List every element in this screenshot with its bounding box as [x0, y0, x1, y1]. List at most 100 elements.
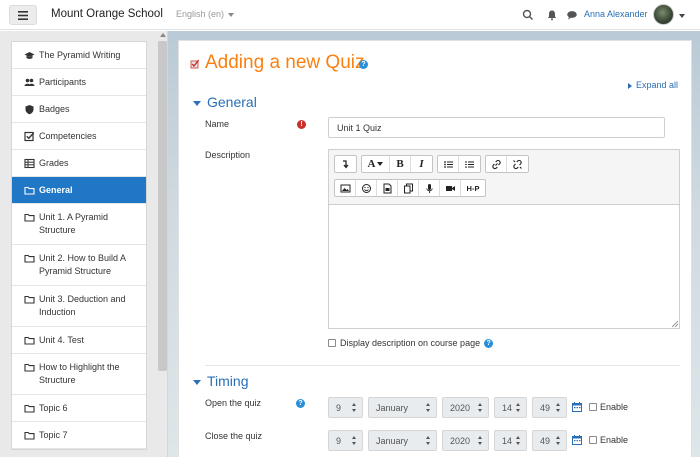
insert-image-button[interactable] — [335, 180, 356, 196]
sidebar-item-grades[interactable]: Grades — [12, 150, 146, 177]
bell-icon[interactable] — [546, 9, 558, 21]
select-arrows-icon — [426, 403, 431, 413]
page-title: Adding a new Quiz — [205, 52, 365, 73]
open-enable-checkbox[interactable] — [589, 403, 597, 411]
display-description-option[interactable]: Display description on course page ? — [328, 338, 494, 348]
font-style-button[interactable]: A — [362, 156, 390, 172]
description-textarea[interactable] — [329, 204, 679, 328]
open-month-select[interactable]: January — [368, 397, 437, 418]
sidebar-item-topic-7[interactable]: Topic 7 — [12, 422, 146, 449]
open-minute-select[interactable]: 49 — [532, 397, 567, 418]
main-content-card: Adding a new Quiz ? Expand all General N… — [178, 40, 692, 457]
calendar-icon[interactable] — [572, 435, 582, 445]
open-year-select[interactable]: 2020 — [442, 397, 489, 418]
sidebar-item-badges[interactable]: Badges — [12, 96, 146, 123]
open-quiz-label: Open the quiz — [205, 398, 262, 408]
close-enable-checkbox[interactable] — [589, 436, 597, 444]
close-hour-select[interactable]: 14 — [494, 430, 527, 451]
section-general-toggle[interactable]: General — [193, 94, 257, 110]
collapse-toolbar-button[interactable] — [335, 156, 356, 172]
chevron-down-icon[interactable] — [679, 14, 685, 18]
sidebar-item-label: Unit 3. Deduction and Induction — [39, 294, 126, 317]
table-icon — [24, 158, 35, 169]
unordered-list-button[interactable] — [438, 156, 459, 172]
sidebar-item-label: The Pyramid Writing — [39, 50, 121, 60]
editor-toolbar-row-2: H-P — [334, 179, 486, 197]
sidebar-item-label: Unit 4. Test — [39, 335, 84, 345]
close-enable-label: Enable — [600, 435, 629, 445]
close-enable-option[interactable]: Enable — [589, 435, 628, 445]
open-day-value: 9 — [336, 403, 342, 413]
section-divider — [205, 365, 680, 366]
expand-all-link[interactable]: Expand all — [628, 80, 678, 90]
bold-button[interactable]: B — [390, 156, 411, 172]
open-year-value: 2020 — [450, 403, 471, 413]
record-audio-button[interactable] — [419, 180, 440, 196]
sidebar-item-unit-2[interactable]: Unit 2. How to Build A Pyramid Structure — [12, 245, 146, 286]
close-month-select[interactable]: January — [368, 430, 437, 451]
insert-h5p-button[interactable]: H-P — [461, 180, 485, 196]
sidebar-item-highlight[interactable]: How to Highlight the Structure — [12, 354, 146, 395]
close-day-select[interactable]: 9 — [328, 430, 363, 451]
sidebar-item-general[interactable]: General — [12, 177, 146, 204]
resize-handle-icon[interactable] — [670, 319, 678, 327]
description-label: Description — [205, 150, 251, 160]
sidebar-item-topic-6[interactable]: Topic 6 — [12, 395, 146, 422]
help-icon[interactable]: ? — [359, 60, 368, 69]
drawer-scrollbar[interactable] — [158, 41, 167, 371]
italic-button[interactable]: I — [411, 156, 432, 172]
sidebar-item-unit-3[interactable]: Unit 3. Deduction and Induction — [12, 286, 146, 327]
record-video-icon — [445, 185, 455, 191]
sidebar-item-unit-4[interactable]: Unit 4. Test — [12, 327, 146, 354]
open-day-select[interactable]: 9 — [328, 397, 363, 418]
record-video-button[interactable] — [440, 180, 461, 196]
sidebar-item-participants[interactable]: Participants — [12, 69, 146, 96]
ordered-list-icon — [465, 160, 474, 168]
graduation-cap-icon — [24, 52, 35, 59]
description-editor: A B I H-P — [328, 149, 680, 329]
drawer-toggle-button[interactable] — [9, 5, 37, 25]
manage-files-button[interactable] — [398, 180, 419, 196]
user-name[interactable]: Anna Alexander — [584, 9, 648, 19]
avatar[interactable] — [653, 4, 674, 25]
help-icon[interactable]: ? — [484, 338, 494, 348]
insert-emoji-button[interactable] — [356, 180, 377, 196]
site-name[interactable]: Mount Orange School — [51, 8, 163, 20]
language-menu[interactable]: English (en) — [176, 9, 235, 19]
link-icon — [491, 159, 501, 169]
sidebar-item-course[interactable]: The Pyramid Writing — [12, 42, 146, 69]
chat-icon[interactable] — [566, 9, 578, 21]
close-minute-select[interactable]: 49 — [532, 430, 567, 451]
sidebar-item-unit-1[interactable]: Unit 1. A Pyramid Structure — [12, 204, 146, 245]
scroll-up-icon[interactable] — [160, 33, 166, 37]
open-enable-option[interactable]: Enable — [589, 402, 628, 412]
close-hour-value: 14 — [502, 436, 513, 446]
close-year-select[interactable]: 2020 — [442, 430, 489, 451]
section-timing-heading: Timing — [207, 373, 249, 389]
sidebar-item-label: Participants — [39, 77, 87, 87]
shield-icon — [25, 105, 34, 115]
check-square-icon — [24, 131, 35, 142]
insert-media-button[interactable] — [377, 180, 398, 196]
ordered-list-button[interactable] — [459, 156, 480, 172]
quiz-name-input[interactable] — [328, 117, 665, 138]
select-arrows-icon — [478, 436, 483, 446]
calendar-icon[interactable] — [572, 402, 582, 412]
expand-all-label: Expand all — [636, 80, 679, 90]
language-label: English (en) — [176, 9, 225, 19]
users-icon — [24, 78, 35, 86]
sidebar-item-label: Competencies — [39, 131, 97, 141]
folder-icon — [24, 213, 35, 222]
open-hour-select[interactable]: 14 — [494, 397, 527, 418]
sidebar-item-competencies[interactable]: Competencies — [12, 123, 146, 150]
section-timing-toggle[interactable]: Timing — [193, 373, 249, 389]
close-month-value: January — [376, 436, 409, 446]
help-icon[interactable]: ? — [296, 399, 305, 408]
display-description-checkbox[interactable] — [328, 339, 336, 347]
image-icon — [340, 184, 350, 192]
open-enable-label: Enable — [600, 402, 629, 412]
unlink-button[interactable] — [507, 156, 528, 172]
section-general-heading: General — [207, 94, 257, 110]
link-button[interactable] — [486, 156, 507, 172]
search-icon[interactable] — [522, 9, 534, 21]
